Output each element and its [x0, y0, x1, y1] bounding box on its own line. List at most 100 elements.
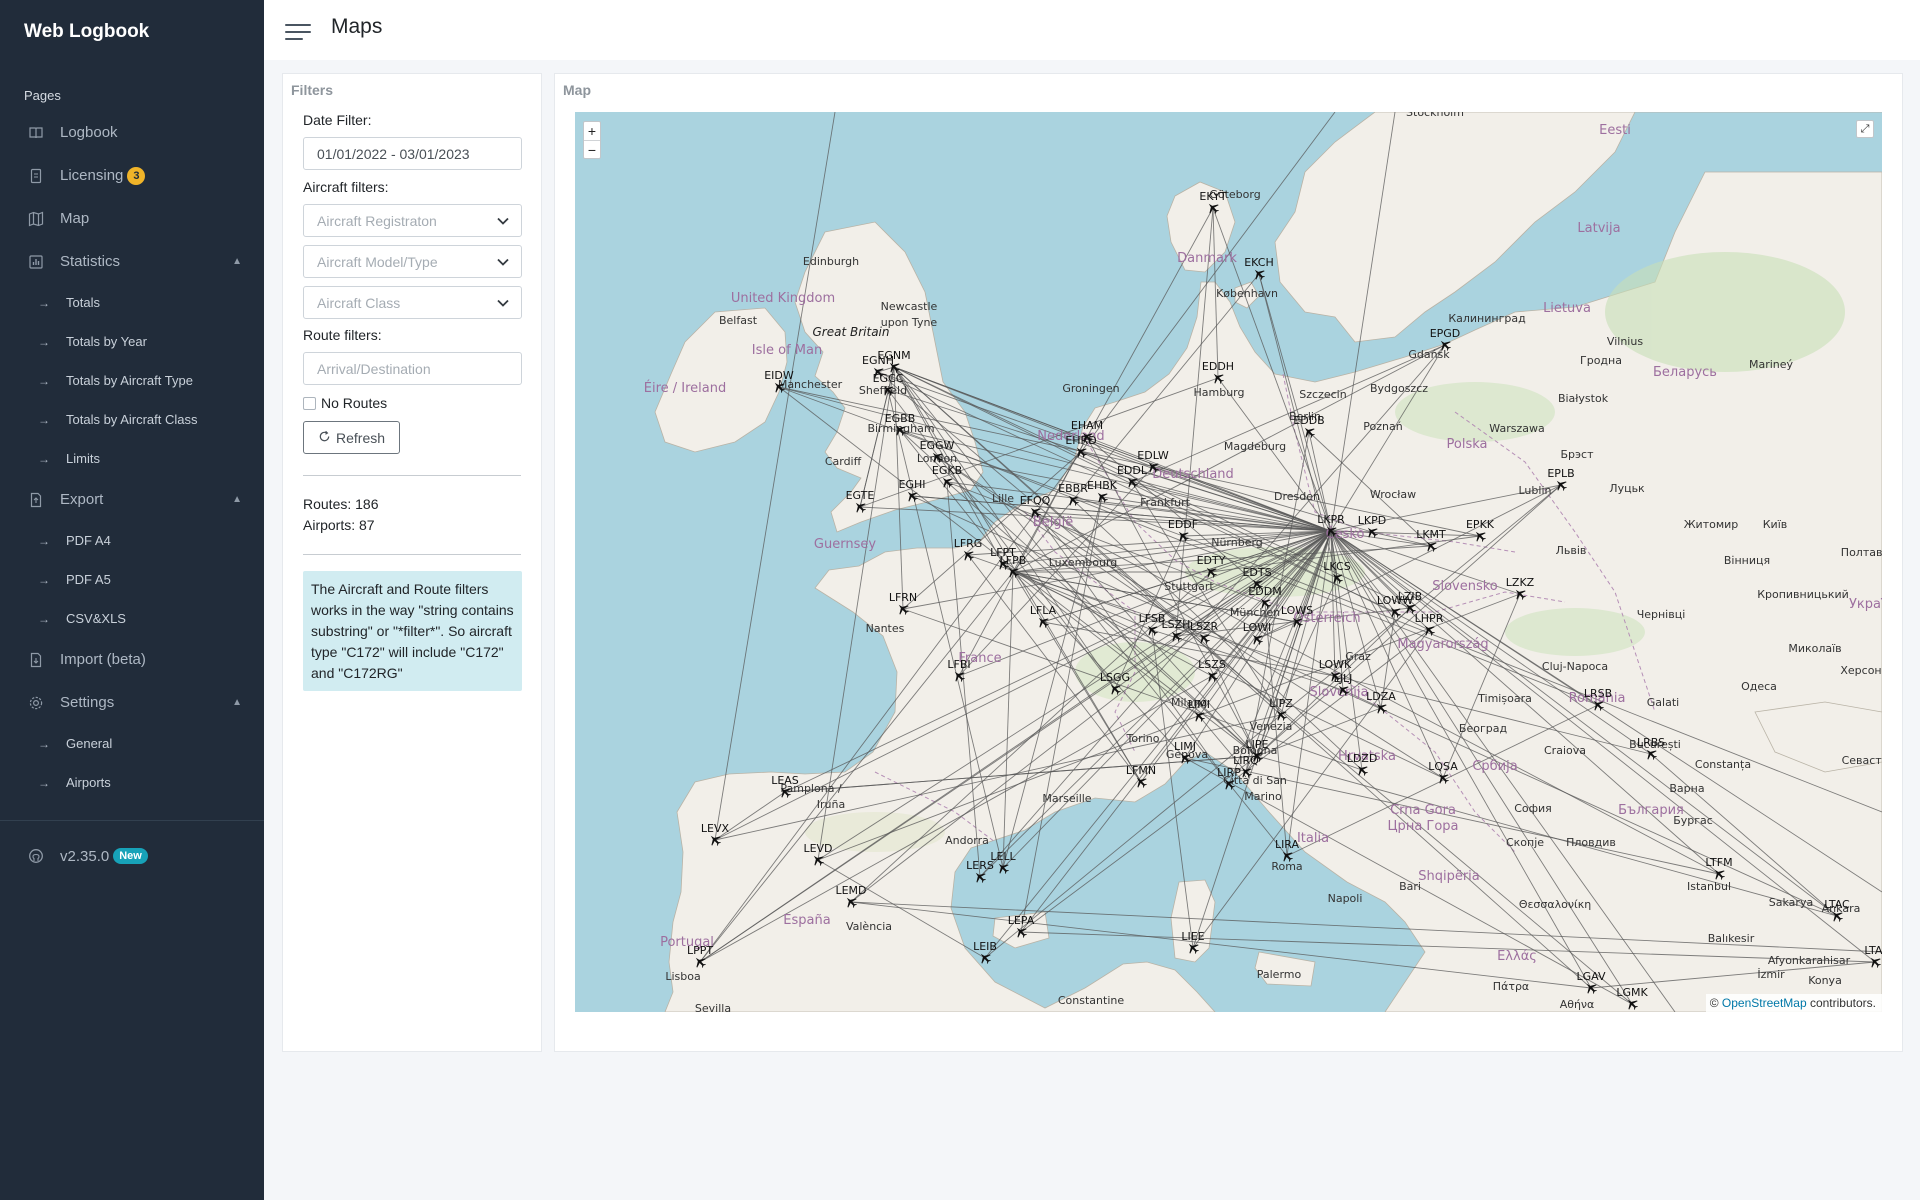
airport-code-label: LFRG [954, 537, 983, 550]
import-file-icon [28, 652, 44, 668]
airport-code-label: EGGW [920, 439, 955, 452]
sidebar-item-logbook[interactable]: Logbook [0, 111, 264, 154]
filters-title: Filters [291, 82, 334, 98]
sidebar-subitem-airports[interactable]: → Airports [0, 763, 264, 802]
place-label: Iruña [817, 798, 845, 811]
place-label: Marino [1244, 790, 1282, 803]
place-label: Србија [1472, 759, 1517, 774]
airport-code-label: LSZR [1190, 620, 1219, 633]
place-label: Sheffield [859, 384, 907, 397]
sidebar-subitem-general[interactable]: → General [0, 724, 264, 763]
airport-code-label: EGNH [862, 354, 894, 367]
place-label: Stuttgart [1164, 580, 1214, 593]
new-badge: New [113, 848, 148, 864]
sidebar-subitem-label: Airports [66, 775, 111, 790]
place-label: Eesti [1599, 123, 1631, 138]
airport-code-label: LFRN [889, 591, 917, 604]
arrow-right-icon: → [38, 373, 50, 388]
place-label: Italia [1297, 831, 1329, 846]
route-map[interactable]: Stockholm Eesti Göteborg Danmark København La… [575, 112, 1882, 1012]
no-routes-checkbox[interactable] [303, 396, 316, 410]
sidebar-subitem-limits[interactable]: → Limits [0, 439, 264, 478]
airport-code-label: LJLJ [1334, 672, 1353, 685]
place-label: Palermo [1257, 968, 1302, 981]
sidebar-item-map[interactable]: Map [0, 197, 264, 240]
place-label: Lille [992, 492, 1014, 505]
top-bar: Maps [264, 0, 1920, 60]
airport-code-label: LDZD [1347, 752, 1378, 765]
place-label: Cardiff [825, 455, 862, 468]
arrow-right-icon: → [38, 412, 50, 427]
no-routes-option[interactable]: No Routes [303, 395, 521, 411]
version-info[interactable]: v2.35.0 New [0, 843, 264, 869]
place-label: United Kingdom [731, 291, 835, 306]
map-canvas[interactable]: StockholmEestiGöteborgDanmarkKøbenhavnLa… [575, 112, 1882, 1012]
airport-code-label: LIPZ [1269, 697, 1293, 710]
airport-code-label: LHPR [1415, 612, 1444, 625]
place-label: Скопје [1506, 836, 1544, 849]
airport-code-label: EDDM [1248, 585, 1281, 598]
map-attribution: © OpenStreetMap contributors. [1705, 994, 1882, 1012]
airport-code-label: LEAS [771, 774, 799, 787]
place-label: Херсон [1840, 664, 1881, 677]
place-label: Newcastle [881, 300, 938, 313]
zoom-out-button[interactable]: − [584, 140, 600, 158]
route-filter-input[interactable]: Arrival/Destination [303, 352, 522, 385]
sidebar-subitem-totals-by-aircraft-type[interactable]: → Totals by Aircraft Type [0, 361, 264, 400]
menu-toggle-icon[interactable] [285, 20, 311, 40]
place-label: Калининград [1448, 312, 1526, 325]
place-label: Полтава [1841, 546, 1882, 559]
sidebar-item-settings[interactable]: Settings ▲ [0, 681, 264, 724]
airport-code-label: EPLB [1547, 467, 1574, 480]
aircraft-class-select[interactable]: Aircraft Class [303, 286, 522, 319]
sidebar-item-import[interactable]: Import (beta) [0, 638, 264, 681]
airport-code-label: EPKK [1466, 518, 1495, 531]
sidebar-subitem-totals[interactable]: → Totals [0, 283, 264, 322]
sidebar-item-statistics[interactable]: Statistics ▲ [0, 240, 264, 283]
airport-code-label: EBBR [1058, 482, 1088, 495]
airport-code-label: LZKZ [1506, 576, 1535, 589]
place-label: Magyarország [1397, 637, 1488, 652]
sidebar-subitem-label: Limits [66, 451, 100, 466]
sidebar-subitem-label: PDF A4 [66, 533, 111, 548]
place-label: Guernsey [814, 537, 876, 552]
place-label: Shqipëria [1418, 869, 1480, 884]
airport-code-label: LFMN [1126, 764, 1156, 777]
place-label: Andorra [945, 834, 989, 847]
place-label: Україна [1849, 597, 1882, 612]
place-label: Éire / Ireland [644, 380, 727, 396]
place-label: Poznań [1363, 420, 1402, 433]
sidebar-subitem-totals-by-year[interactable]: → Totals by Year [0, 322, 264, 361]
sidebar-subitem-csv-xls[interactable]: → CSV&XLS [0, 599, 264, 638]
zoom-in-button[interactable]: + [584, 122, 600, 140]
airport-code-label: LEMD [835, 884, 866, 897]
place-label: Marseille [1042, 792, 1091, 805]
aircraft-model-select[interactable]: Aircraft Model/Type [303, 245, 522, 278]
refresh-button[interactable]: Refresh [303, 421, 401, 454]
airport-code-label: LGMK [1616, 986, 1648, 999]
app-title[interactable]: Web Logbook [0, 0, 264, 64]
sidebar-subitem-pdf-a4[interactable]: → PDF A4 [0, 521, 264, 560]
fullscreen-icon[interactable]: ⤢ [1856, 120, 1874, 138]
place-label: Ελλάς [1497, 949, 1537, 964]
date-filter-input[interactable]: 01/01/2022 - 03/01/2023 [303, 137, 522, 170]
airport-code-label: LERS [966, 859, 994, 872]
sidebar-item-licensing[interactable]: Licensing 3 [0, 154, 264, 197]
sidebar-subitem-label: Totals by Aircraft Class [66, 412, 198, 427]
place-label: Slovenija [1310, 685, 1369, 700]
airport-code-label: LIMI [1188, 698, 1210, 711]
openstreetmap-link[interactable]: OpenStreetMap [1722, 996, 1807, 1010]
place-label: Konya [1808, 974, 1842, 987]
route-filters-label: Route filters: [303, 327, 382, 343]
sidebar-item-label: Settings [60, 694, 115, 711]
place-label: Istanbul [1687, 880, 1731, 893]
sidebar-item-export[interactable]: Export ▲ [0, 478, 264, 521]
airport-code-label: EKCH [1244, 256, 1274, 269]
place-label: Hamburg [1194, 386, 1245, 399]
sidebar-subitem-label: Totals by Aircraft Type [66, 373, 193, 388]
sidebar-subitem-pdf-a5[interactable]: → PDF A5 [0, 560, 264, 599]
aircraft-registration-select[interactable]: Aircraft Registraton [303, 204, 522, 237]
sidebar-subitem-totals-by-aircraft-class[interactable]: → Totals by Aircraft Class [0, 400, 264, 439]
airport-code-label: EFQQ [1020, 494, 1051, 507]
place-label: Београд [1459, 722, 1508, 735]
